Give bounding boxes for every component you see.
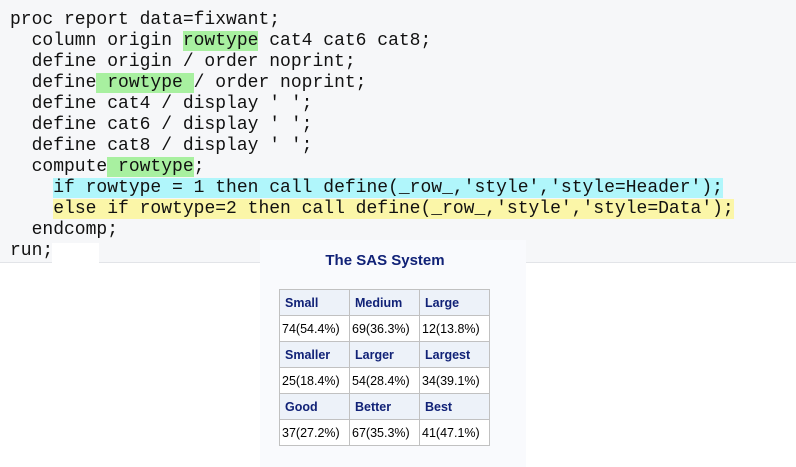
table-cell: Small <box>279 289 350 316</box>
code-text: ; <box>193 157 205 177</box>
data-row: 25(18.4%) 54(28.4%) 34(39.1%) <box>279 367 490 394</box>
highlight-header-line: if rowtype = 1 then call define(_row_,'s… <box>53 178 723 198</box>
code-line: else if rowtype=2 then call define(_row_… <box>10 199 734 220</box>
highlight-data-line: else if rowtype=2 then call define(_row_… <box>53 199 734 219</box>
output-title: The SAS System <box>325 252 445 269</box>
code-text: / order noprint; <box>193 73 367 93</box>
table-cell: Larger <box>349 341 420 368</box>
data-row: 74(54.4%) 69(36.3%) 12(13.8%) <box>279 315 490 342</box>
code-text: column origin <box>10 31 183 51</box>
table-cell: Smaller <box>279 341 350 368</box>
table-cell: 74(54.4%) <box>279 315 350 342</box>
highlight-rowtype: rowtype <box>107 157 194 177</box>
table-cell: 69(36.3%) <box>349 315 420 342</box>
highlight-rowtype: rowtype <box>182 31 259 51</box>
table-cell: Best <box>419 393 490 420</box>
header-row: Small Medium Large <box>279 289 490 316</box>
report-table: Small Medium Large 74(54.4%) 69(36.3%) 12(13.… <box>279 289 490 446</box>
table-cell: 54(28.4%) <box>349 367 420 394</box>
code-editor: proc report data=fixwant; column origin … <box>0 0 796 263</box>
table-cell: Largest <box>419 341 490 368</box>
code-line: define cat6 / display ' '; <box>10 115 313 135</box>
code-line: define origin / order noprint; <box>10 52 356 72</box>
highlight-rowtype: rowtype <box>96 73 194 93</box>
table-cell: Large <box>419 289 490 316</box>
code-line: if rowtype = 1 then call define(_row_,'s… <box>10 178 734 199</box>
table-cell: 12(13.8%) <box>419 315 490 342</box>
code-text: define <box>10 73 97 93</box>
table-cell: 37(27.2%) <box>279 419 350 446</box>
table-cell: 41(47.1%) <box>419 419 490 446</box>
code-line: define rowtype / order noprint; <box>10 73 734 94</box>
table-cell: Better <box>349 393 420 420</box>
sas-output-panel: The SAS System Small Medium Large 74(54.4%)… <box>260 240 526 467</box>
code-line: column origin rowtype cat4 cat6 cat8; <box>10 31 734 52</box>
code-line: define cat8 / display ' '; <box>10 136 313 156</box>
table-cell: Medium <box>349 289 420 316</box>
code-line: compute rowtype; <box>10 157 734 178</box>
header-row: Good Better Best <box>279 393 490 420</box>
table-cell: 34(39.1%) <box>419 367 490 394</box>
table-cell: 25(18.4%) <box>279 367 350 394</box>
code-line: endcomp; <box>10 220 119 240</box>
table-cell: Good <box>279 393 350 420</box>
table-cell: 67(35.3%) <box>349 419 420 446</box>
header-row: Smaller Larger Largest <box>279 341 490 368</box>
code-line: proc report data=fixwant; <box>10 10 281 30</box>
code-text: compute <box>10 157 108 177</box>
code-text: cat4 cat6 cat8; <box>258 31 432 51</box>
data-row: 37(27.2%) 67(35.3%) 41(47.1%) <box>279 419 490 446</box>
code-block: proc report data=fixwant; column origin … <box>10 10 734 262</box>
code-line: define cat4 / display ' '; <box>10 94 313 114</box>
